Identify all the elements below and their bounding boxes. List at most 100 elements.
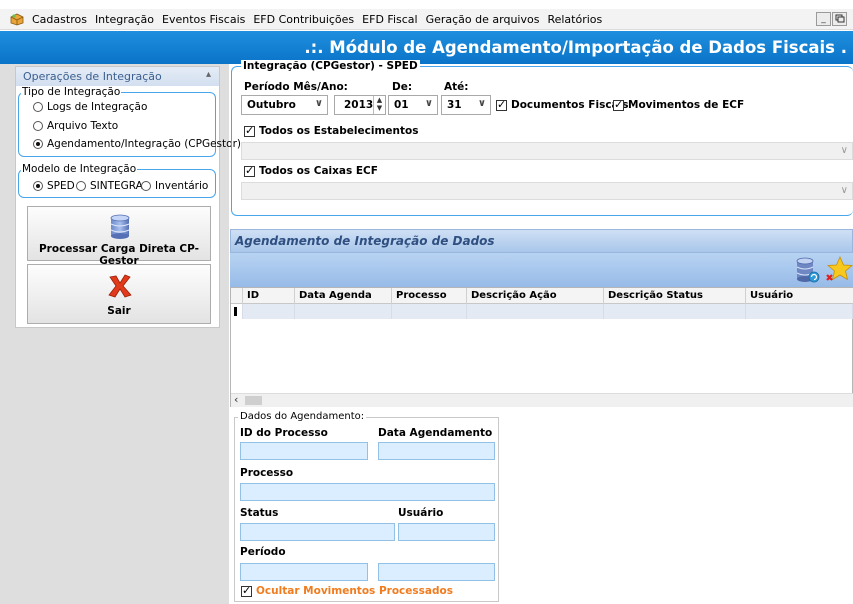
radio-label: Inventário — [155, 180, 209, 192]
table-cell[interactable] — [604, 304, 746, 319]
minimize-button[interactable]: _ — [816, 12, 831, 26]
checkbox-movimentos-ecf[interactable]: Movimentos de ECF — [613, 98, 745, 111]
column-id[interactable]: ID — [243, 288, 295, 304]
status-field[interactable] — [240, 523, 395, 541]
grid-row-indicator-header — [231, 288, 243, 304]
exit-label: Sair — [107, 305, 131, 317]
row-cursor-indicator — [231, 304, 243, 319]
window-controls: _ — [816, 12, 847, 26]
checkbox-label: Movimentos de ECF — [628, 99, 745, 111]
refresh-database-icon[interactable] — [793, 256, 821, 284]
id-processo-field[interactable] — [240, 442, 368, 460]
restore-button[interactable] — [832, 12, 847, 26]
radio-arquivo-texto[interactable]: Arquivo Texto — [33, 120, 118, 132]
chevron-down-icon: ∨ — [314, 98, 323, 109]
dados-agendamento-legend: Dados do Agendamento: — [238, 411, 367, 422]
menu-geracao-arquivos[interactable]: Geração de arquivos — [424, 13, 546, 26]
radio-sintegra[interactable]: SINTEGRA — [76, 180, 143, 192]
periodo-label: Período Mês/Ano: — [244, 81, 348, 93]
caixa-ecf-select[interactable]: ∨ — [241, 182, 853, 200]
operations-panel-title: Operações de Integração — [23, 70, 162, 83]
checkbox[interactable] — [244, 164, 255, 177]
periodo-inicio-field[interactable] — [240, 563, 368, 581]
month-select[interactable]: Outubro ∨ — [241, 95, 328, 115]
radio-button[interactable] — [33, 102, 43, 112]
column-usuario[interactable]: Usuário — [746, 288, 853, 304]
table-cell[interactable] — [467, 304, 604, 319]
id-processo-label: ID do Processo — [240, 427, 328, 439]
checkbox[interactable] — [613, 98, 624, 111]
ate-label: Até: — [444, 81, 469, 93]
chevron-down-icon: ∨ — [840, 145, 848, 156]
column-data-agenda[interactable]: Data Agenda — [295, 288, 392, 304]
radio-inventario[interactable]: Inventário — [141, 180, 208, 192]
scroll-left-icon[interactable]: ‹ — [234, 393, 238, 406]
table-row[interactable] — [231, 304, 853, 319]
integracao-legend: Integração (CPGestor) - SPED — [241, 60, 420, 72]
favorite-star-icon[interactable] — [824, 255, 853, 285]
table-cell[interactable] — [746, 304, 853, 319]
checkbox[interactable] — [241, 584, 252, 597]
modelo-integracao-legend: Modelo de Integração — [22, 163, 137, 175]
processo-label: Processo — [240, 467, 294, 479]
checkbox-todos-caixas[interactable]: Todos os Caixas ECF — [244, 164, 378, 177]
menu-eventos-fiscais[interactable]: Eventos Fiscais — [160, 13, 251, 26]
scrollbar-thumb[interactable] — [245, 396, 262, 405]
menu-cadastros[interactable]: Cadastros — [30, 13, 93, 26]
chevron-down-icon: ∨ — [840, 185, 848, 196]
checkbox-ocultar-processados[interactable]: Ocultar Movimentos Processados — [241, 584, 453, 597]
close-x-icon — [108, 274, 132, 298]
spinner-arrows-icon[interactable]: ▲ ▼ — [373, 96, 385, 114]
periodo-fim-field[interactable] — [378, 563, 495, 581]
menu-relatorios[interactable]: Relatórios — [545, 13, 608, 26]
menu-integracao[interactable]: Integração — [93, 13, 160, 26]
agendamento-header: Agendamento de Integração de Dados — [230, 229, 853, 253]
radio-logs-integracao[interactable]: Logs de Integração — [33, 101, 147, 113]
process-carga-button[interactable]: Processar Carga Direta CP-Gestor — [27, 206, 211, 267]
data-agendamento-field[interactable] — [378, 442, 495, 460]
radio-label: SPED — [47, 180, 75, 192]
checkbox-label: Todos os Estabelecimentos — [259, 125, 419, 137]
radio-agendamento[interactable]: Agendamento/Integração (CPGestor) — [33, 138, 241, 150]
radio-button[interactable] — [141, 181, 151, 191]
column-descricao-status[interactable]: Descrição Status — [604, 288, 746, 304]
menu-efd-fiscal[interactable]: EFD Fiscal — [360, 13, 423, 26]
column-descricao-acao[interactable]: Descrição Ação — [467, 288, 604, 304]
usuario-label: Usuário — [398, 507, 444, 519]
table-cell[interactable] — [392, 304, 467, 319]
table-cell[interactable] — [243, 304, 295, 319]
table-cell[interactable] — [295, 304, 392, 319]
agendamento-toolbar — [230, 253, 853, 287]
menu-efd-contribuicoes[interactable]: EFD Contribuições — [251, 13, 360, 26]
tipo-integracao-legend: Tipo de Integração — [22, 86, 121, 98]
data-agendamento-label: Data Agendamento — [378, 427, 493, 439]
radio-button[interactable] — [33, 181, 43, 191]
status-label: Status — [240, 507, 279, 519]
checkbox-todos-estabelecimentos[interactable]: Todos os Estabelecimentos — [244, 124, 419, 137]
exit-button[interactable]: Sair — [27, 264, 211, 324]
month-value: Outubro — [247, 99, 296, 111]
estabelecimento-select[interactable]: ∨ — [241, 142, 853, 160]
radio-button[interactable] — [76, 181, 86, 191]
checkbox-label: Documentos Fiscais — [511, 99, 629, 111]
horizontal-scrollbar[interactable]: ‹ — [231, 393, 853, 407]
checkbox-documentos-fiscais[interactable]: Documentos Fiscais — [496, 98, 629, 111]
periodo-detalhe-label: Período — [240, 546, 286, 558]
operations-panel-header[interactable]: Operações de Integração ▴ — [16, 67, 219, 86]
to-day-select[interactable]: 31 ∨ — [441, 95, 491, 115]
from-day-select[interactable]: 01 ∨ — [388, 95, 438, 115]
de-label: De: — [392, 81, 413, 93]
top-strip — [0, 0, 853, 9]
collapse-chevron-icon[interactable]: ▴ — [206, 69, 211, 80]
to-day-value: 31 — [447, 99, 462, 111]
radio-button[interactable] — [33, 121, 43, 131]
checkbox[interactable] — [496, 98, 507, 111]
chevron-down-icon: ∨ — [477, 98, 486, 109]
checkbox[interactable] — [244, 124, 255, 137]
usuario-field[interactable] — [398, 523, 495, 541]
radio-button[interactable] — [33, 139, 43, 149]
processo-field[interactable] — [240, 483, 495, 501]
year-spinner[interactable]: 2013 ▲ ▼ — [334, 95, 386, 115]
radio-sped[interactable]: SPED — [33, 180, 75, 192]
column-processo[interactable]: Processo — [392, 288, 467, 304]
